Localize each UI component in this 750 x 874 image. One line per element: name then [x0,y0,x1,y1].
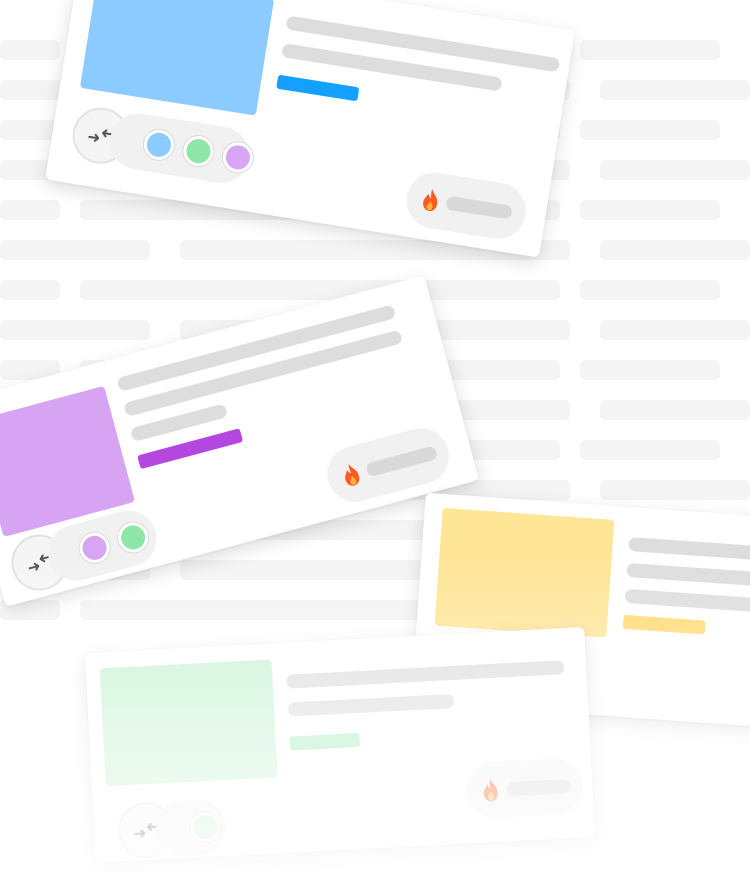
background-skeleton-bar [0,40,60,60]
action-pill-line [506,779,571,797]
skeleton-title-line [286,660,565,689]
background-skeleton-bar [80,280,560,300]
background-skeleton-bar [0,280,60,300]
background-skeleton-bar [0,240,150,260]
flame-icon [423,189,438,211]
background-skeleton-bar [600,80,750,100]
background-skeleton-bar [580,280,720,300]
card-thumbnail [99,659,278,787]
background-skeleton-bar [0,320,150,340]
accent-bar [276,74,360,102]
card-green[interactable] [84,627,596,863]
accent-bar [622,614,706,635]
background-skeleton-bar [600,320,750,340]
skeleton-subtitle-line [287,693,455,717]
background-skeleton-bar [580,120,720,140]
skeleton-title-line [628,536,750,562]
background-skeleton-bar [0,200,60,220]
action-pill-line [445,195,513,220]
action-pill[interactable] [402,168,530,243]
background-skeleton-bar [600,400,750,420]
accent-bar [289,732,361,751]
background-skeleton-bar [600,160,750,180]
background-skeleton-bar [580,40,720,60]
background-skeleton-bar [600,480,750,500]
flame-icon [345,464,360,486]
action-pill-line [365,445,439,478]
flame-icon [483,779,498,802]
card-thumbnail [434,507,615,638]
skeleton-short-line [624,588,750,614]
background-skeleton-bar [580,360,720,380]
background-skeleton-bar [580,200,720,220]
card-thumbnail [79,0,275,116]
background-skeleton-bar [580,440,720,460]
background-skeleton-bar [600,240,750,260]
skeleton-subtitle-line [626,562,750,588]
action-pill[interactable] [465,757,584,820]
